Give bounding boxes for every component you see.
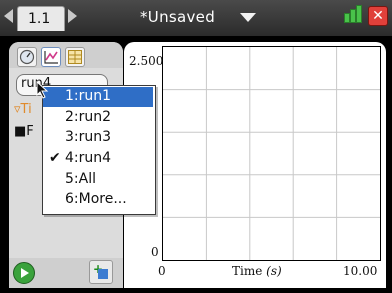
x-axis-unit: (s): [266, 264, 282, 278]
y-axis-min-label: 0: [151, 245, 159, 259]
battery-icon: [344, 5, 364, 23]
sensor-tree-label[interactable]: ▿Ti: [14, 102, 32, 117]
plot-grid: [163, 47, 380, 260]
document-menu-caret-icon[interactable]: [240, 13, 256, 22]
menu-item-run3[interactable]: 3:run3: [43, 128, 153, 148]
table-view-icon[interactable]: [65, 47, 85, 67]
menu-item-run1[interactable]: 1:run1: [43, 87, 153, 107]
menu-item-label: 6:More...: [65, 191, 127, 207]
menu-item-label: 5:All: [65, 171, 96, 187]
menu-item-label: 2:run2: [65, 109, 112, 125]
x-axis-label[interactable]: Time (s): [232, 264, 282, 278]
legend-label: ■F: [14, 124, 34, 139]
menu-item-label: 4:run4: [65, 150, 112, 166]
calculator-screen: 1.1 *Unsaved ✕ run4 ▿Ti ■F + 2.500 0: [0, 0, 392, 293]
menu-item-run4[interactable]: ✔ 4:run4: [43, 149, 153, 169]
menu-item-label: 3:run3: [65, 129, 112, 145]
x-axis-min-label: 0: [158, 264, 166, 278]
x-axis-max-label: 10.00: [343, 264, 378, 278]
x-axis-title: Time: [232, 264, 263, 278]
document-title[interactable]: *Unsaved: [140, 8, 215, 26]
page-tab-label: 1.1: [28, 11, 51, 27]
meter-view-icon[interactable]: [17, 47, 37, 67]
y-axis-max-label: 2.500: [129, 54, 164, 68]
next-page-arrow-icon[interactable]: [68, 9, 77, 23]
page-tab[interactable]: 1.1: [17, 6, 65, 31]
pointer-cursor-icon: [36, 81, 49, 99]
run-dropdown-menu: 1:run1 2:run2 3:run3 ✔ 4:run4 5:All 6:Mor…: [42, 85, 156, 215]
start-collection-button[interactable]: [13, 262, 35, 284]
new-dataset-icon[interactable]: +: [89, 260, 113, 284]
previous-page-arrow-icon[interactable]: [4, 9, 13, 23]
plot-area[interactable]: [162, 46, 381, 261]
menu-item-run2[interactable]: 2:run2: [43, 108, 153, 128]
close-icon[interactable]: ✕: [368, 6, 388, 26]
menu-item-all[interactable]: 5:All: [43, 170, 153, 190]
checkmark-icon: ✔: [49, 150, 61, 166]
menu-item-label: 1:run1: [65, 88, 112, 104]
menu-item-more[interactable]: 6:More...: [43, 190, 153, 210]
graph-view-icon[interactable]: [41, 47, 61, 67]
